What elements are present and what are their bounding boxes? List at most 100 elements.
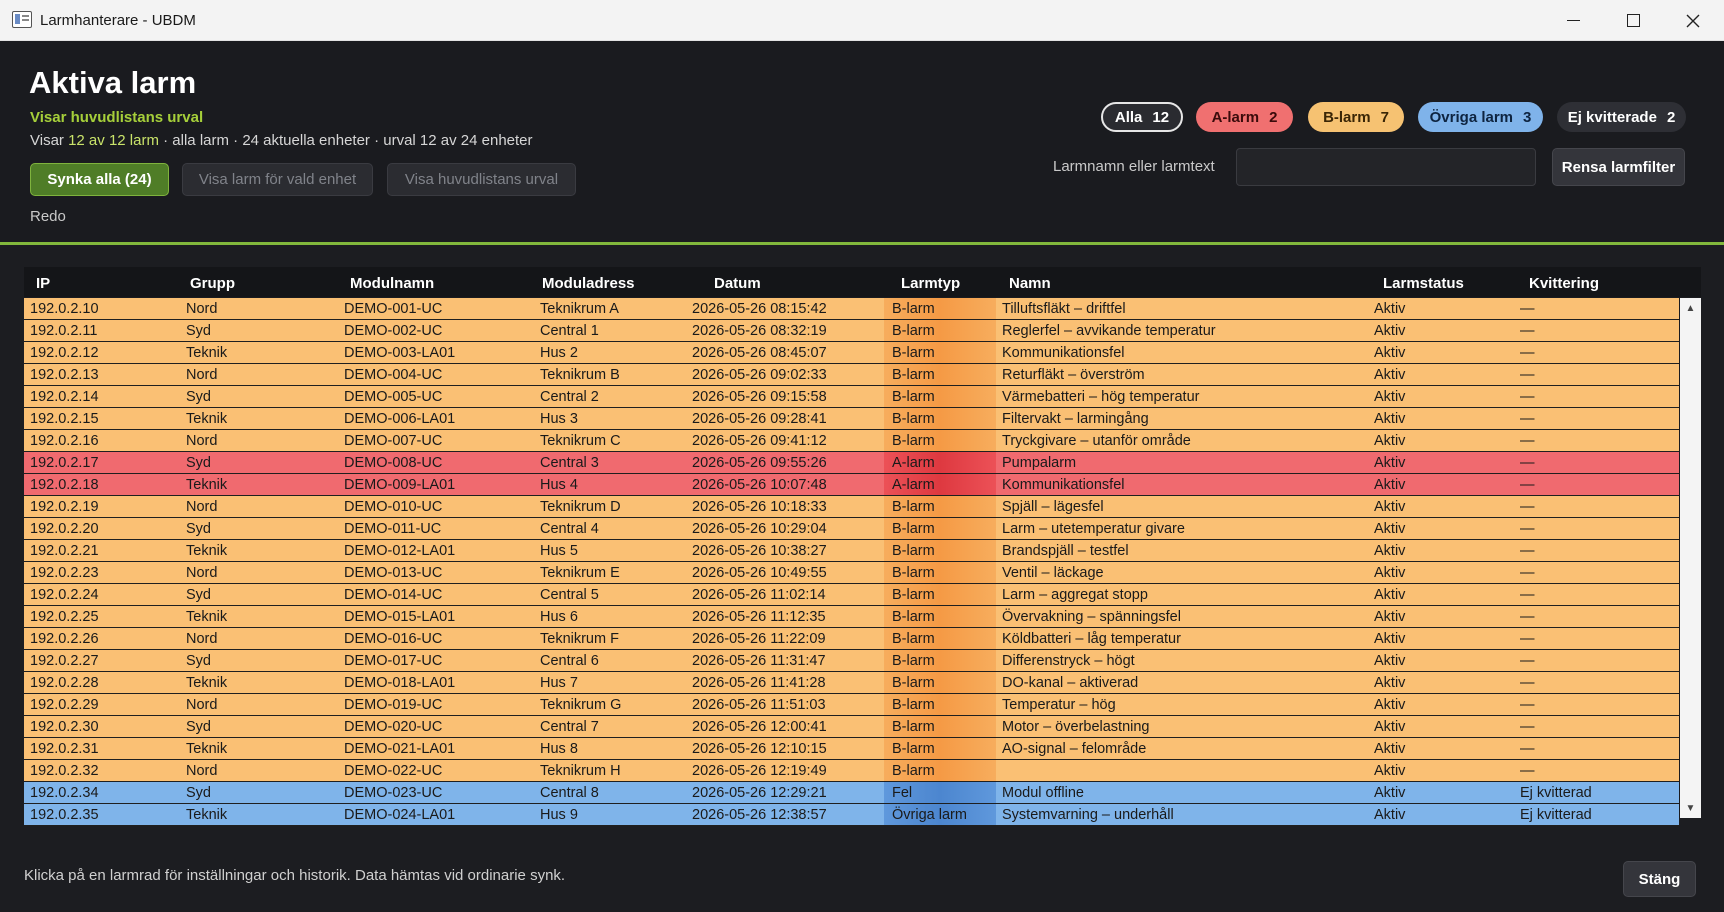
- table-scrollbar[interactable]: ▲ ▼: [1680, 298, 1701, 818]
- cell-alarm-type: B-larm: [884, 584, 996, 605]
- cell-alarm-type: B-larm: [884, 518, 996, 539]
- table-row[interactable]: 192.0.2.17 Syd DEMO-008-UC Central 3 2026-05…: [24, 452, 1679, 474]
- column-header-alarm-type[interactable]: Larmtyp: [901, 275, 960, 292]
- show-unit-alarms-button[interactable]: Visa larm för vald enhet: [182, 163, 373, 196]
- cell-date: 2026-05-26 08:15:42: [692, 301, 827, 317]
- sync-all-button[interactable]: Synka alla (24): [30, 163, 169, 196]
- chip-count: 3: [1523, 108, 1532, 126]
- column-header-date[interactable]: Datum: [714, 275, 761, 292]
- cell-name: Temperatur – hög: [1002, 697, 1116, 713]
- cell-module-name: DEMO-020-UC: [344, 719, 443, 735]
- table-row[interactable]: 192.0.2.32 Nord DEMO-022-UC Teknikrum H 2026…: [24, 760, 1679, 782]
- cell-acknowledgement: —: [1520, 631, 1535, 647]
- cell-acknowledgement: —: [1520, 565, 1535, 581]
- cell-module-name: DEMO-017-UC: [344, 653, 443, 669]
- app-icon: [12, 11, 32, 28]
- cell-ip: 192.0.2.24: [30, 587, 99, 603]
- table-row[interactable]: 192.0.2.25 Teknik DEMO-015-LA01 Hus 6 2026-0…: [24, 606, 1679, 628]
- maximize-button[interactable]: [1603, 0, 1663, 41]
- filter-chip-unacknowledged[interactable]: Ej kvitterade 2: [1557, 102, 1686, 132]
- table-row[interactable]: 192.0.2.10 Nord DEMO-001-UC Teknikrum A 2026…: [24, 298, 1679, 320]
- window-title: Larmhanterare - UBDM: [40, 12, 196, 29]
- filter-chip-b-alarm[interactable]: B-larm 7: [1308, 102, 1404, 132]
- cell-date: 2026-05-26 09:28:41: [692, 411, 827, 427]
- column-header-name[interactable]: Namn: [1009, 275, 1051, 292]
- table-row[interactable]: 192.0.2.11 Syd DEMO-002-UC Central 1 2026-05…: [24, 320, 1679, 342]
- table-body: 192.0.2.10 Nord DEMO-001-UC Teknikrum A 2026…: [24, 298, 1679, 826]
- column-header-ip[interactable]: IP: [36, 275, 50, 292]
- cell-module-address: Teknikrum D: [540, 499, 621, 515]
- filter-chip-all[interactable]: Alla 12: [1101, 102, 1183, 132]
- cell-alarm-type: B-larm: [884, 606, 996, 627]
- cell-module-name: DEMO-006-LA01: [344, 411, 456, 427]
- cell-module-address: Hus 9: [540, 807, 578, 823]
- cell-date: 2026-05-26 11:02:14: [692, 587, 826, 603]
- table-row[interactable]: 192.0.2.28 Teknik DEMO-018-LA01 Hus 7 2026-0…: [24, 672, 1679, 694]
- table-row[interactable]: 192.0.2.24 Syd DEMO-014-UC Central 5 2026-05…: [24, 584, 1679, 606]
- cell-group: Syd: [186, 455, 211, 471]
- alarm-search-input[interactable]: [1236, 148, 1536, 186]
- show-main-list-button[interactable]: Visa huvudlistans urval: [387, 163, 576, 196]
- table-row[interactable]: 192.0.2.29 Nord DEMO-019-UC Teknikrum G 2026…: [24, 694, 1679, 716]
- cell-alarm-type: B-larm: [884, 650, 996, 671]
- table-header: IP Grupp Modulnamn Moduladress Datum Lar…: [24, 267, 1701, 297]
- table-row[interactable]: 192.0.2.35 Teknik DEMO-024-LA01 Hus 9 2026-0…: [24, 804, 1679, 826]
- column-header-module-address[interactable]: Moduladress: [542, 275, 635, 292]
- cell-ip: 192.0.2.13: [30, 367, 99, 383]
- table-row[interactable]: 192.0.2.21 Teknik DEMO-012-LA01 Hus 5 2026-0…: [24, 540, 1679, 562]
- table-row[interactable]: 192.0.2.27 Syd DEMO-017-UC Central 6 2026-05…: [24, 650, 1679, 672]
- table-row[interactable]: 192.0.2.31 Teknik DEMO-021-LA01 Hus 8 2026-0…: [24, 738, 1679, 760]
- table-row[interactable]: 192.0.2.34 Syd DEMO-023-UC Central 8 2026-05…: [24, 782, 1679, 804]
- cell-alarm-status: Aktiv: [1374, 587, 1406, 603]
- table-row[interactable]: 192.0.2.20 Syd DEMO-011-UC Central 4 2026-05…: [24, 518, 1679, 540]
- close-window-button[interactable]: [1663, 0, 1723, 41]
- table-row[interactable]: 192.0.2.23 Nord DEMO-013-UC Teknikrum E 2026…: [24, 562, 1679, 584]
- cell-alarm-type: B-larm: [884, 716, 996, 737]
- scroll-down-icon[interactable]: ▼: [1680, 798, 1701, 818]
- filter-chip-other-alarms[interactable]: Övriga larm 3: [1418, 102, 1543, 132]
- cell-group: Nord: [186, 565, 218, 581]
- cell-name: Kommunikationsfel: [1002, 345, 1125, 361]
- cell-group: Nord: [186, 433, 218, 449]
- clear-filter-button[interactable]: Rensa larmfilter: [1552, 148, 1685, 186]
- cell-acknowledgement: —: [1520, 345, 1535, 361]
- cell-date: 2026-05-26 09:41:12: [692, 433, 827, 449]
- cell-acknowledgement: —: [1520, 521, 1535, 537]
- cell-acknowledgement: —: [1520, 609, 1535, 625]
- close-button[interactable]: Stäng: [1623, 861, 1696, 897]
- table-row[interactable]: 192.0.2.12 Teknik DEMO-003-LA01 Hus 2 2026-0…: [24, 342, 1679, 364]
- cell-date: 2026-05-26 12:10:15: [692, 741, 827, 757]
- table-row[interactable]: 192.0.2.15 Teknik DEMO-006-LA01 Hus 3 2026-0…: [24, 408, 1679, 430]
- table-row[interactable]: 192.0.2.14 Syd DEMO-005-UC Central 2 2026-05…: [24, 386, 1679, 408]
- column-header-alarm-status[interactable]: Larmstatus: [1383, 275, 1464, 292]
- table-row[interactable]: 192.0.2.30 Syd DEMO-020-UC Central 7 2026-05…: [24, 716, 1679, 738]
- table-row[interactable]: 192.0.2.19 Nord DEMO-010-UC Teknikrum D 2026…: [24, 496, 1679, 518]
- summary-prefix: Visar: [30, 132, 64, 149]
- cell-ip: 192.0.2.11: [30, 323, 98, 339]
- column-header-group[interactable]: Grupp: [190, 275, 235, 292]
- cell-group: Teknik: [186, 609, 228, 625]
- cell-ip: 192.0.2.15: [30, 411, 99, 427]
- cell-ip: 192.0.2.34: [30, 785, 99, 801]
- cell-alarm-status: Aktiv: [1374, 719, 1406, 735]
- column-header-acknowledgement[interactable]: Kvittering: [1529, 275, 1599, 292]
- cell-module-name: DEMO-009-LA01: [344, 477, 456, 493]
- cell-name: Ventil – läckage: [1002, 565, 1104, 581]
- cell-date: 2026-05-26 12:19:49: [692, 763, 827, 779]
- table-row[interactable]: 192.0.2.16 Nord DEMO-007-UC Teknikrum C 2026…: [24, 430, 1679, 452]
- minimize-button[interactable]: [1543, 0, 1603, 41]
- cell-group: Nord: [186, 367, 218, 383]
- cell-name: Tilluftsfläkt – driftfel: [1002, 301, 1126, 317]
- scroll-up-icon[interactable]: ▲: [1680, 298, 1701, 318]
- cell-date: 2026-05-26 12:29:21: [692, 785, 827, 801]
- filter-chip-a-alarm[interactable]: A-larm 2: [1196, 102, 1293, 132]
- table-row[interactable]: 192.0.2.18 Teknik DEMO-009-LA01 Hus 4 2026-0…: [24, 474, 1679, 496]
- cell-date: 2026-05-26 11:31:47: [692, 653, 826, 669]
- column-header-module-name[interactable]: Modulnamn: [350, 275, 434, 292]
- table-row[interactable]: 192.0.2.13 Nord DEMO-004-UC Teknikrum B 2026…: [24, 364, 1679, 386]
- cell-alarm-status: Aktiv: [1374, 807, 1406, 823]
- cell-alarm-type: B-larm: [884, 342, 996, 363]
- cell-alarm-status: Aktiv: [1374, 455, 1406, 471]
- cell-group: Teknik: [186, 345, 228, 361]
- table-row[interactable]: 192.0.2.26 Nord DEMO-016-UC Teknikrum F 2026…: [24, 628, 1679, 650]
